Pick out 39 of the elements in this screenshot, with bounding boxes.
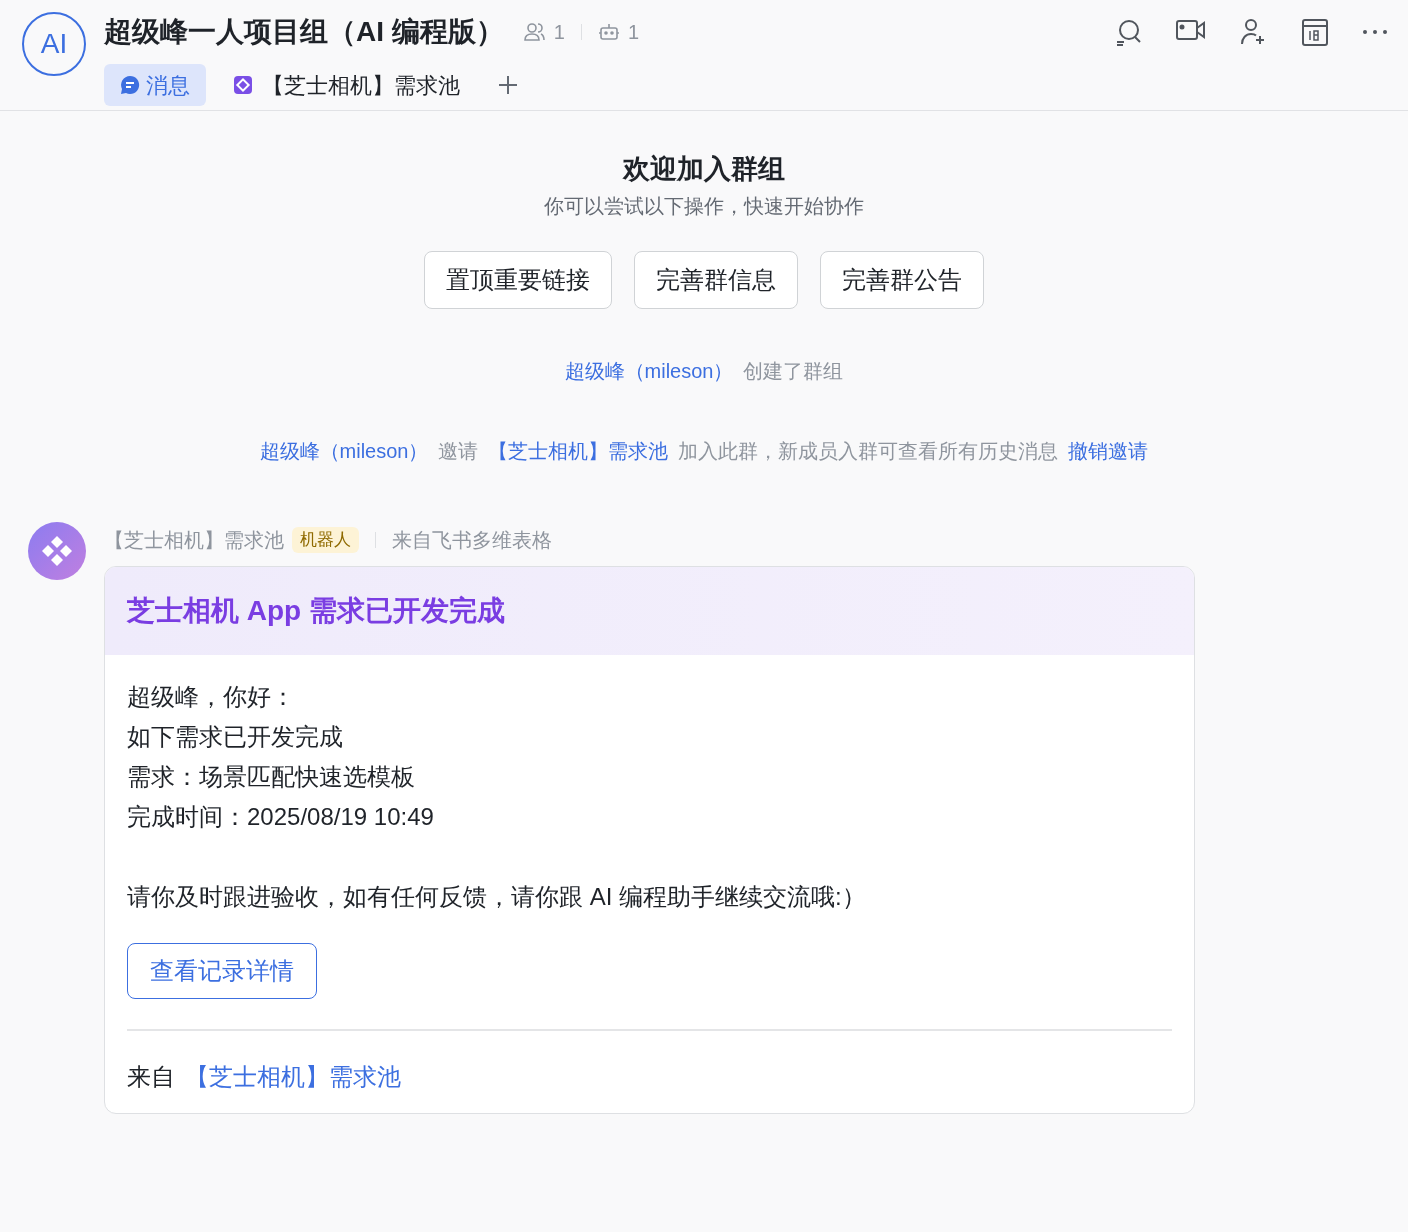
card-text-line: 超级峰，你好： <box>127 682 296 712</box>
robot-icon[interactable] <box>597 22 620 42</box>
footer-label: 来自 <box>127 1062 175 1092</box>
user-link[interactable]: 【芝士相机】需求池 <box>488 436 669 466</box>
bot-badge: 机器人 <box>292 527 359 553</box>
card-text-line: 需求：场景匹配快速选模板 <box>127 762 416 792</box>
chat-bubble-icon <box>120 75 140 95</box>
members-icon[interactable] <box>523 22 546 42</box>
video-camera-icon[interactable] <box>1176 18 1206 42</box>
tab[interactable]: 消息 <box>104 64 206 106</box>
tab[interactable]: 【芝士相机】需求池 <box>218 64 476 106</box>
bot-count: 1 <box>627 20 640 45</box>
calendar-icon[interactable] <box>1302 18 1328 46</box>
system-text: 邀请 <box>438 439 479 464</box>
add-tab-icon[interactable] <box>498 75 518 95</box>
footer-link[interactable]: 【芝士相机】需求池 <box>185 1059 401 1095</box>
message-source: 来自飞书多维表格 <box>392 528 552 553</box>
member-count: 1 <box>553 20 565 45</box>
sender-name: 【芝士相机】需求池 <box>104 528 284 553</box>
system-text: 加入此群，新成员入群可查看所有历史消息 <box>678 439 1059 464</box>
card-text-line: 完成时间：2025/08/19 10:49 <box>127 802 435 832</box>
user-link[interactable]: 超级峰（mileson） <box>259 436 429 466</box>
card-text-line: 请你及时跟进验收，如有任何反馈，请你跟 AI 编程助手继续交流哦:） <box>127 882 867 912</box>
quick-action-button[interactable]: 完善群公告 <box>820 251 984 309</box>
welcome-subtitle: 你可以尝试以下操作，快速开始协作 <box>544 194 864 219</box>
welcome-title: 欢迎加入群组 <box>623 153 785 186</box>
app-avatar <box>28 522 86 580</box>
quick-action-button[interactable]: 完善群信息 <box>634 251 798 309</box>
card-text-line: 如下需求已开发完成 <box>127 722 344 752</box>
search-icon[interactable] <box>1114 18 1142 46</box>
group-title: 超级峰一人项目组（AI 编程版） <box>104 15 504 49</box>
quick-action-button[interactable]: 置顶重要链接 <box>424 251 612 309</box>
user-link[interactable]: 超级峰（mileson） <box>564 356 734 386</box>
app-icon <box>234 76 252 94</box>
view-details-button[interactable]: 查看记录详情 <box>127 943 317 999</box>
card-title: 芝士相机 App 需求已开发完成 <box>127 594 505 628</box>
group-avatar: AI <box>22 12 86 76</box>
system-text: 创建了群组 <box>743 359 844 384</box>
revoke-link[interactable]: 撤销邀请 <box>1068 436 1149 466</box>
